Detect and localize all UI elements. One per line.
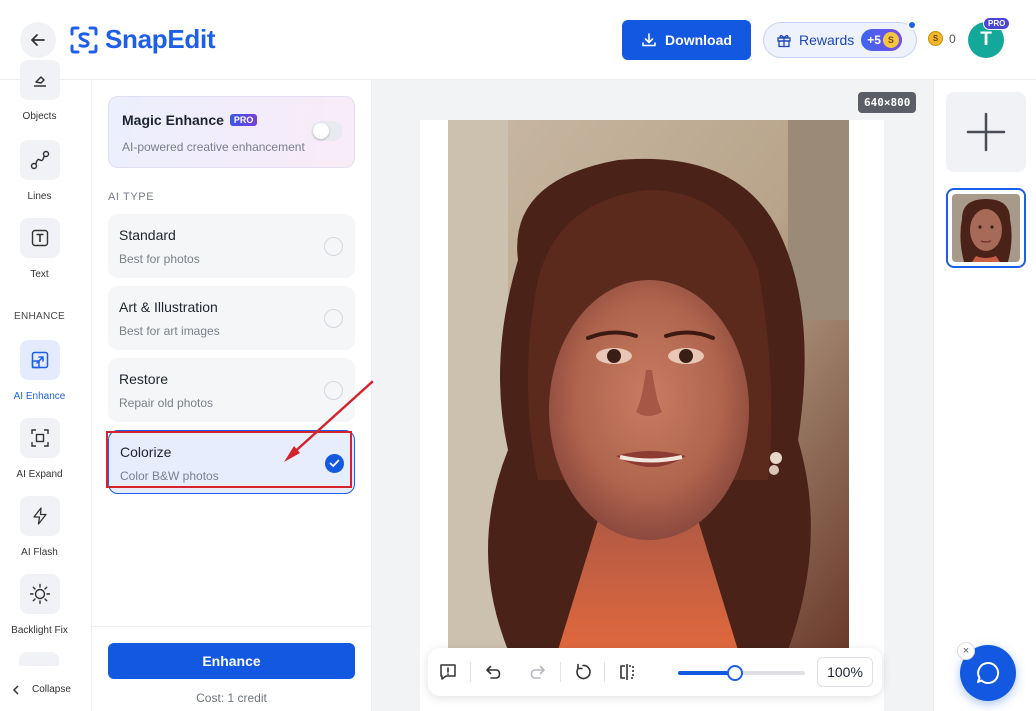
pro-badge: PRO xyxy=(983,17,1011,30)
rewards-button[interactable]: Rewards +5 S xyxy=(763,22,917,58)
add-image-button[interactable] xyxy=(946,92,1026,172)
logo-text: SnapEdit xyxy=(105,24,216,54)
option-radio[interactable] xyxy=(324,309,343,328)
image-frame xyxy=(420,120,884,711)
editor-canvas[interactable]: 640×800 xyxy=(372,80,933,711)
rewards-bonus-badge: +5 S xyxy=(861,29,902,51)
line-icon xyxy=(19,140,60,180)
notification-dot xyxy=(907,20,917,30)
toggle-knob xyxy=(313,123,329,139)
magic-enhance-toggle[interactable] xyxy=(311,121,343,141)
snapedit-logo[interactable]: SnapEdit xyxy=(69,24,216,55)
expand-icon xyxy=(19,418,60,458)
option-subtitle: Best for photos xyxy=(119,252,200,266)
download-button[interactable]: Download xyxy=(622,20,751,60)
section-label-enhance: ENHANCE xyxy=(14,311,65,322)
option-title: Standard xyxy=(119,227,176,243)
coin-count-value: 0 xyxy=(949,31,956,46)
option-standard[interactable]: Standard Best for photos xyxy=(108,214,355,278)
gift-icon xyxy=(777,34,791,48)
tool-objects[interactable]: Objects xyxy=(0,60,79,122)
magic-enhance-label: Magic Enhance xyxy=(122,112,224,128)
portrait-illustration xyxy=(448,120,849,650)
reset-icon[interactable] xyxy=(572,661,594,683)
option-title: Restore xyxy=(119,371,169,387)
redo-icon[interactable] xyxy=(527,661,549,683)
thumbnail-image xyxy=(952,194,1020,262)
chat-bubble-icon xyxy=(977,661,1000,684)
tool-label: Backlight Fix xyxy=(11,625,68,636)
toolbar-divider xyxy=(560,662,561,682)
flash-icon xyxy=(19,496,60,536)
tool-label: AI Flash xyxy=(21,547,58,558)
tool-label: Objects xyxy=(22,111,57,122)
compare-icon[interactable] xyxy=(616,661,638,683)
ai-type-label: AI TYPE xyxy=(108,191,155,203)
image-size-badge: 640×800 xyxy=(858,92,917,113)
enhance-label: Enhance xyxy=(202,653,261,669)
portrait-image[interactable] xyxy=(448,120,849,650)
tool-more[interactable] xyxy=(19,652,59,666)
coin-icon: S xyxy=(882,32,899,48)
arrow-left-icon xyxy=(31,34,45,46)
option-radio[interactable] xyxy=(324,237,343,256)
tool-label: Lines xyxy=(27,191,52,202)
zoom-slider-handle[interactable] xyxy=(727,665,743,681)
pro-chip: PRO xyxy=(229,114,258,126)
tool-backlight-fix[interactable]: Backlight Fix xyxy=(0,574,79,636)
panel-footer: Enhance Cost: 1 credit xyxy=(92,626,371,711)
toolbar-divider xyxy=(470,662,471,682)
enhance-button[interactable]: Enhance xyxy=(108,643,355,679)
download-label: Download xyxy=(665,32,732,48)
text-icon xyxy=(19,218,60,258)
option-art-illustration[interactable]: Art & Illustration Best for art images xyxy=(108,286,355,350)
sun-icon xyxy=(19,574,60,614)
magic-enhance-title: Magic Enhance PRO xyxy=(122,112,258,128)
plus-icon xyxy=(966,112,1006,152)
rewards-label: Rewards xyxy=(799,32,855,48)
option-title: Art & Illustration xyxy=(119,299,218,315)
zoom-percentage[interactable]: 100% xyxy=(817,657,873,687)
annotation-arrow-icon xyxy=(284,380,374,462)
coin-balance[interactable]: S 0 xyxy=(928,31,956,46)
avatar-initial: T xyxy=(980,29,992,50)
tool-lines[interactable]: Lines xyxy=(0,140,79,202)
cost-label: Cost: 1 credit xyxy=(196,691,267,705)
zoom-slider[interactable] xyxy=(678,665,805,681)
rewards-bonus-value: +5 xyxy=(867,33,881,47)
tool-ai-enhance[interactable]: AI Enhance xyxy=(0,340,79,402)
tool-label: AI Expand xyxy=(16,469,63,480)
magic-enhance-subtitle: AI-powered creative enhancement xyxy=(122,140,305,154)
enhance-icon xyxy=(19,340,60,380)
tool-ai-flash[interactable]: AI Flash xyxy=(0,496,79,558)
tool-text[interactable]: Text xyxy=(0,218,79,280)
coin-icon: S xyxy=(928,31,943,46)
image-list-rail xyxy=(933,80,1036,711)
chevron-left-icon xyxy=(12,684,19,695)
chat-close-button[interactable]: × xyxy=(957,642,975,660)
tool-rail: Objects Lines Text ENHANCE AI Enhance AI… xyxy=(0,60,92,711)
tool-label: Text xyxy=(30,269,49,280)
toolbar-divider xyxy=(604,662,605,682)
collapse-label: Collapse xyxy=(32,684,71,695)
download-icon xyxy=(642,33,656,47)
eraser-icon xyxy=(19,60,60,100)
tool-label: AI Enhance xyxy=(13,391,66,402)
canvas-toolbar: 100% xyxy=(428,648,882,696)
tool-ai-expand[interactable]: AI Expand xyxy=(0,418,79,480)
option-subtitle: Best for art images xyxy=(119,324,220,338)
report-icon[interactable] xyxy=(437,661,459,683)
image-thumbnail[interactable] xyxy=(946,188,1026,268)
close-icon: × xyxy=(962,645,970,657)
option-subtitle: Repair old photos xyxy=(119,396,214,410)
undo-icon[interactable] xyxy=(482,661,504,683)
collapse-button[interactable]: Collapse xyxy=(12,684,71,695)
magic-enhance-card[interactable]: Magic Enhance PRO AI-powered creative en… xyxy=(108,96,355,168)
logo-mark-icon xyxy=(70,26,98,53)
back-button[interactable] xyxy=(20,22,56,58)
top-header: SnapEdit Download Rewards +5 S S 0 T PRO xyxy=(0,0,1036,80)
